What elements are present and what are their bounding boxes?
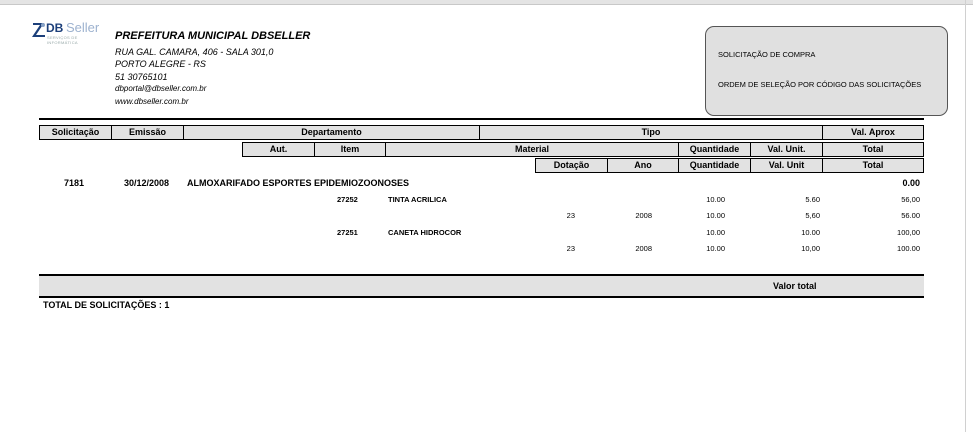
item-val-unit: 5.60 bbox=[805, 195, 820, 204]
page-right-edge bbox=[965, 0, 966, 432]
report-subtitle: ORDEM DE SELEÇÃO POR CÓDIGO DAS SOLICITA… bbox=[718, 80, 922, 89]
item-material: CANETA HIDROCOR bbox=[388, 228, 462, 237]
item-total: 56,00 bbox=[901, 195, 920, 204]
header-divider bbox=[39, 118, 924, 120]
col-header-emissao: Emissão bbox=[111, 125, 184, 140]
company-phone: 51 30765101 bbox=[115, 71, 168, 82]
solicitation-department: ALMOXARIFADO ESPORTES EPIDEMIOZOONOSES bbox=[187, 178, 410, 188]
solicitation-number: 7181 bbox=[64, 178, 85, 188]
dbseller-logo: DB Seller SERVIÇOS DE INFORMÁTICA bbox=[32, 20, 100, 45]
valor-total-label: Valor total bbox=[773, 281, 817, 291]
logo-text-bold: DB bbox=[46, 21, 64, 35]
window-top-strip bbox=[0, 0, 973, 5]
company-name: PREFEITURA MUNICIPAL DBSELLER bbox=[115, 30, 311, 42]
company-address: RUA GAL. CAMARA, 406 - SALA 301,0 bbox=[115, 47, 274, 57]
col-header-aut: Aut. bbox=[242, 142, 315, 157]
company-email: dbportal@dbseller.com.br bbox=[115, 84, 207, 94]
company-info: PREFEITURA MUNICIPAL DBSELLER RUA GAL. C… bbox=[115, 30, 310, 108]
item-val-unit: 10.00 bbox=[801, 228, 820, 237]
col-header-val-unit: Val. Unit. bbox=[750, 142, 823, 157]
col-header-ano: Ano bbox=[607, 158, 679, 173]
report-title: SOLICITAÇÃO DE COMPRA bbox=[718, 50, 816, 59]
valor-total-band: Valor total bbox=[39, 274, 924, 298]
company-city: PORTO ALEGRE - RS bbox=[115, 59, 206, 70]
report-title-box: SOLICITAÇÃO DE COMPRA ORDEM DE SELEÇÃO P… bbox=[705, 26, 948, 116]
company-website: www.dbseller.com.br bbox=[115, 96, 189, 106]
col-header-solicitacao: Solicitação bbox=[39, 125, 112, 140]
total-solicitacoes: TOTAL DE SOLICITAÇÕES : 1 bbox=[43, 300, 170, 310]
item-total: 100,00 bbox=[897, 228, 920, 237]
item-quantidade: 10.00 bbox=[706, 195, 725, 204]
item-code: 27251 bbox=[337, 228, 358, 237]
col-header-material: Material bbox=[385, 142, 679, 157]
dot-dotacao: 23 bbox=[566, 244, 575, 253]
dot-ano: 2008 bbox=[635, 244, 652, 253]
dot-total: 56.00 bbox=[901, 211, 920, 220]
item-code: 27252 bbox=[337, 195, 358, 204]
dot-total: 100.00 bbox=[897, 244, 920, 253]
item-quantidade: 10.00 bbox=[706, 228, 725, 237]
col-header-quantidade: Quantidade bbox=[678, 142, 751, 157]
col-header-total-dot: Total bbox=[822, 158, 924, 173]
col-header-dotacao: Dotação bbox=[535, 158, 608, 173]
dot-ano: 2008 bbox=[635, 211, 652, 220]
logo-mark-icon bbox=[32, 23, 45, 37]
col-header-tipo: Tipo bbox=[479, 125, 823, 140]
dot-quantidade: 10.00 bbox=[706, 244, 725, 253]
dot-quantidade: 10.00 bbox=[706, 211, 725, 220]
col-header-departamento: Departamento bbox=[183, 125, 480, 140]
solicitation-val-aprox: 0.00 bbox=[902, 178, 920, 188]
solicitation-date: 30/12/2008 bbox=[124, 178, 170, 188]
item-material: TINTA ACRILICA bbox=[388, 195, 447, 204]
logo-text-light: Seller bbox=[66, 20, 100, 35]
dot-val-unit: 5,60 bbox=[805, 211, 820, 220]
col-header-val-unit-dot: Val. Unit bbox=[750, 158, 823, 173]
logo-tagline: SERVIÇOS DE INFORMÁTICA bbox=[47, 35, 78, 45]
col-header-quantidade-dot: Quantidade bbox=[678, 158, 751, 173]
dot-val-unit: 10,00 bbox=[801, 244, 820, 253]
dot-dotacao: 23 bbox=[566, 211, 575, 220]
col-header-val-aprox: Val. Aprox bbox=[822, 125, 924, 140]
col-header-total: Total bbox=[822, 142, 924, 157]
col-header-item: Item bbox=[314, 142, 386, 157]
